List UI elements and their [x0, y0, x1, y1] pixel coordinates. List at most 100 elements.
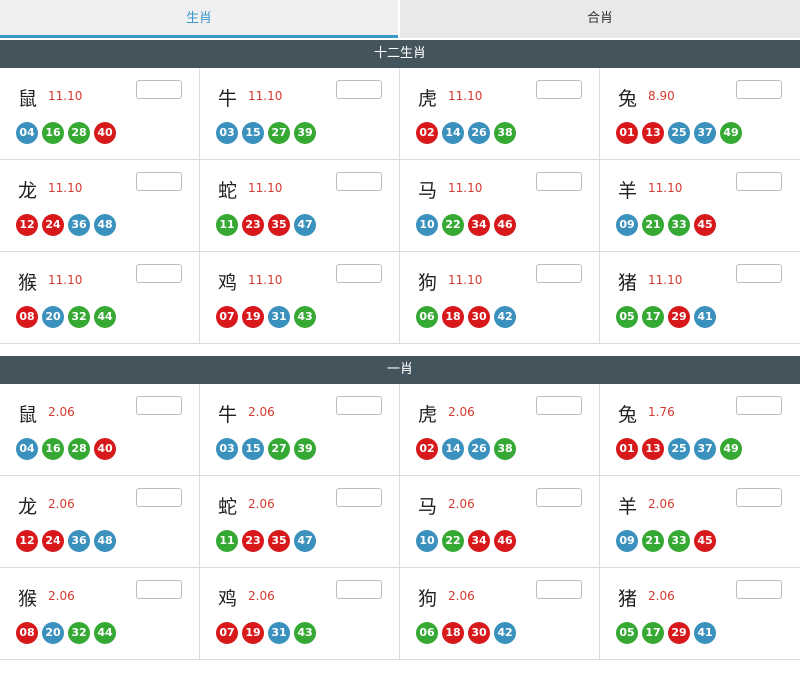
number-ball: 49 [720, 122, 742, 144]
bet-amount-input[interactable] [136, 396, 182, 415]
zodiac-name: 猴 [18, 588, 38, 610]
bet-amount-input[interactable] [336, 80, 382, 99]
bet-amount-input[interactable] [536, 396, 582, 415]
bet-amount-input[interactable] [136, 264, 182, 283]
number-ball: 35 [268, 530, 290, 552]
number-ball: 11 [216, 530, 238, 552]
number-ball: 21 [642, 530, 664, 552]
odds-value: 2.06 [248, 589, 275, 603]
number-ball: 17 [642, 622, 664, 644]
zodiac-name: 蛇 [218, 180, 238, 202]
tab-combo[interactable]: 合肖 [400, 0, 800, 38]
number-ball: 06 [416, 622, 438, 644]
zodiac-name: 鼠 [18, 88, 38, 110]
odds-value: 2.06 [48, 405, 75, 419]
number-ball: 19 [242, 306, 264, 328]
number-ball: 28 [68, 122, 90, 144]
number-balls: 07 19 31 43 [216, 622, 316, 644]
number-ball: 46 [494, 214, 516, 236]
bet-amount-input[interactable] [736, 172, 782, 191]
number-balls: 03 15 27 39 [216, 122, 316, 144]
number-ball: 11 [216, 214, 238, 236]
zodiac-grid: 鼠 2.06 04 16 28 40 牛 2.06 03 15 27 39 虎 2.06 02 14 26 38 兔… [0, 384, 800, 660]
number-balls: 05 17 29 41 [616, 622, 716, 644]
bet-amount-input[interactable] [336, 580, 382, 599]
number-ball: 36 [68, 530, 90, 552]
bet-amount-input[interactable] [336, 488, 382, 507]
zodiac-name: 牛 [218, 88, 238, 110]
odds-value: 11.10 [648, 181, 683, 195]
bet-amount-input[interactable] [536, 488, 582, 507]
number-ball: 10 [416, 214, 438, 236]
zodiac-name: 狗 [418, 588, 438, 610]
number-ball: 19 [242, 622, 264, 644]
number-ball: 23 [242, 214, 264, 236]
number-ball: 12 [16, 530, 38, 552]
odds-value: 8.90 [648, 89, 675, 103]
zodiac-name: 猴 [18, 272, 38, 294]
number-balls: 02 14 26 38 [416, 438, 516, 460]
zodiac-cell: 蛇 11.10 11 23 35 47 [200, 160, 400, 252]
number-balls: 01 13 25 37 49 [616, 438, 742, 460]
number-balls: 08 20 32 44 [16, 306, 116, 328]
bet-amount-input[interactable] [736, 396, 782, 415]
number-ball: 26 [468, 438, 490, 460]
number-ball: 31 [268, 622, 290, 644]
number-ball: 14 [442, 122, 464, 144]
odds-value: 2.06 [448, 405, 475, 419]
number-ball: 47 [294, 214, 316, 236]
bet-amount-input[interactable] [336, 396, 382, 415]
zodiac-name: 虎 [418, 404, 438, 426]
number-ball: 27 [268, 122, 290, 144]
zodiac-cell: 鼠 2.06 04 16 28 40 [0, 384, 200, 476]
odds-value: 2.06 [248, 497, 275, 511]
bet-amount-input[interactable] [136, 172, 182, 191]
number-ball: 01 [616, 122, 638, 144]
number-ball: 37 [694, 438, 716, 460]
number-ball: 22 [442, 530, 464, 552]
bet-amount-input[interactable] [536, 80, 582, 99]
number-ball: 44 [94, 622, 116, 644]
bet-amount-input[interactable] [736, 488, 782, 507]
bet-amount-input[interactable] [336, 172, 382, 191]
number-ball: 24 [42, 530, 64, 552]
number-ball: 47 [294, 530, 316, 552]
number-balls: 08 20 32 44 [16, 622, 116, 644]
number-ball: 06 [416, 306, 438, 328]
section-twelve-zodiac: 十二生肖 鼠 11.10 04 16 28 40 牛 11.10 03 15 27 39 虎 11.10 0… [0, 40, 800, 344]
bet-amount-input[interactable] [536, 264, 582, 283]
bet-amount-input[interactable] [536, 580, 582, 599]
bet-amount-input[interactable] [136, 580, 182, 599]
zodiac-name: 猪 [618, 588, 638, 610]
bet-amount-input[interactable] [736, 264, 782, 283]
zodiac-name: 兔 [618, 404, 638, 426]
bet-amount-input[interactable] [136, 488, 182, 507]
zodiac-cell: 虎 2.06 02 14 26 38 [400, 384, 600, 476]
number-ball: 42 [494, 306, 516, 328]
number-balls: 10 22 34 46 [416, 530, 516, 552]
bet-amount-input[interactable] [336, 264, 382, 283]
zodiac-name: 蛇 [218, 496, 238, 518]
zodiac-grid: 鼠 11.10 04 16 28 40 牛 11.10 03 15 27 39 虎 11.10 02 14 26… [0, 68, 800, 344]
zodiac-cell: 鼠 11.10 04 16 28 40 [0, 68, 200, 160]
number-balls: 07 19 31 43 [216, 306, 316, 328]
number-ball: 24 [42, 214, 64, 236]
bet-amount-input[interactable] [736, 580, 782, 599]
odds-value: 11.10 [48, 273, 83, 287]
zodiac-cell: 猴 11.10 08 20 32 44 [0, 252, 200, 344]
number-ball: 44 [94, 306, 116, 328]
number-ball: 16 [42, 122, 64, 144]
number-ball: 09 [616, 530, 638, 552]
tab-zodiac[interactable]: 生肖 [0, 0, 398, 38]
bet-amount-input[interactable] [736, 80, 782, 99]
number-balls: 03 15 27 39 [216, 438, 316, 460]
number-ball: 18 [442, 306, 464, 328]
zodiac-name: 马 [418, 496, 438, 518]
zodiac-cell: 狗 2.06 06 18 30 42 [400, 568, 600, 660]
number-ball: 05 [616, 622, 638, 644]
number-ball: 10 [416, 530, 438, 552]
section-header: 十二生肖 [0, 40, 800, 68]
bet-amount-input[interactable] [136, 80, 182, 99]
bet-amount-input[interactable] [536, 172, 582, 191]
number-ball: 13 [642, 122, 664, 144]
